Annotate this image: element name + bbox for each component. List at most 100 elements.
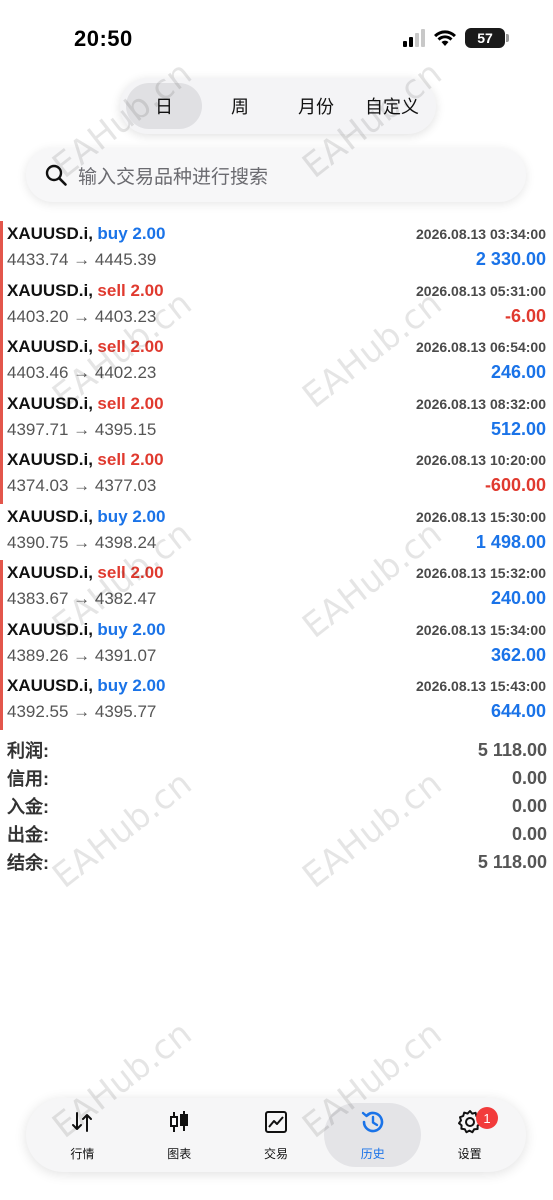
period-tab-1[interactable]: 周 [202,83,278,129]
trade-direction: buy 2.00 [97,676,166,695]
battery-icon: 57 [465,28,509,48]
trade-row[interactable]: XAUUSD.i, sell 2.00 2026.08.13 05:31:00 44… [0,277,553,334]
bottom-tab-bar: 行情 图表 交易 历史 设置 1 [26,1098,526,1172]
tab-label: 交易 [263,1147,288,1161]
trade-symbol: XAUUSD.i, [7,337,93,356]
trade-time: 2026.08.13 05:31:00 [416,282,546,299]
trade-direction: buy 2.00 [97,506,166,526]
trade-prices: 4389.26 → 4391.07 [7,645,157,665]
trade-symbol: XAUUSD.i, [7,393,93,413]
trade-row[interactable]: XAUUSD.i, sell 2.00 2026.08.13 06:54:00 44… [0,334,553,391]
trade-row[interactable]: XAUUSD.i, buy 2.00 2026.08.13 03:34:00 443… [0,221,553,278]
wifi-icon [434,30,456,46]
account-summary: 利润: 5 118.00 信用: 0.00 入金: 0.00 出金: 0.00 结余: 5 118… [7,736,547,876]
tab-history[interactable]: 历史 [324,1103,422,1167]
trade-prices: 4390.75 → 4398.24 [7,532,157,552]
summary-value: 5 118.00 [477,739,547,760]
trade-profit: 512.00 [490,418,546,439]
trade-symbol: XAUUSD.i, [7,280,93,300]
tab-label: 行情 [70,1147,95,1161]
trade-row[interactable]: XAUUSD.i, sell 2.00 2026.08.13 15:32:00 43… [0,560,553,617]
trade-prices: 4374.03 → 4377.03 [7,476,157,495]
trade-marker [0,673,3,730]
trade-time: 2026.08.13 15:43:00 [416,678,546,694]
summary-row: 利润: 5 118.00 [7,736,547,764]
trade-time: 2026.08.13 10:20:00 [416,452,546,468]
trade-row[interactable]: XAUUSD.i, buy 2.00 2026.08.13 15:43:00 439… [0,673,553,730]
trade-time: 2026.08.13 03:34:00 [416,226,546,242]
trade-symbol: XAUUSD.i, [7,506,93,526]
period-tab-0[interactable]: 日 [126,83,202,129]
trade-symbol: XAUUSD.i, [7,619,93,639]
tab-chart[interactable]: 图表 [131,1103,228,1167]
period-tab-3[interactable]: 自定义 [354,83,430,129]
tab-label: 设置 [457,1147,482,1161]
period-tab-2[interactable]: 月份 [278,83,354,129]
tab-label: 图表 [167,1147,192,1161]
tab-label: 历史 [360,1147,385,1161]
trade-time: 2026.08.13 15:34:00 [416,621,546,638]
summary-label: 入金: [7,797,49,817]
trade-prices: 4433.74 → 4445.39 [7,250,157,269]
trade-direction: sell 2.00 [97,450,164,469]
trade-prices: 4403.46 → 4402.23 [7,363,157,382]
trade-row[interactable]: XAUUSD.i, buy 2.00 2026.08.13 15:34:00 438… [0,616,553,673]
summary-value: 5 118.00 [477,851,547,872]
trade-row[interactable]: XAUUSD.i, sell 2.00 2026.08.13 08:32:00 43… [0,390,553,447]
trade-time: 2026.08.13 15:32:00 [416,565,546,581]
period-selector: 日周月份 自定义 [120,78,436,134]
trade-marker [0,277,3,334]
summary-value: 0.00 [511,823,547,844]
tab-settings[interactable]: 设置 1 [421,1103,518,1167]
tab-quotes[interactable]: 行情 [34,1103,131,1167]
trade-profit: 362.00 [490,644,546,665]
tab-trade[interactable]: 交易 [228,1103,325,1167]
trade-marker [0,616,3,673]
trade-icon [262,1108,290,1141]
trade-symbol: XAUUSD.i, [7,224,93,243]
trade-profit: 1 498.00 [475,531,546,552]
summary-row: 信用: 0.00 [7,764,547,792]
summary-label: 利润: [7,741,49,761]
trade-history-list: XAUUSD.i, buy 2.00 2026.08.13 03:34:00 443… [0,221,553,730]
trade-direction: sell 2.00 [97,280,164,300]
status-time: 20:50 [74,26,133,51]
summary-value: 0.00 [511,795,547,816]
cellular-signal-icon [403,29,425,47]
trade-direction: sell 2.00 [97,563,164,582]
status-icons: 57 [403,28,509,48]
quotes-icon [68,1108,96,1141]
trade-marker [0,334,3,391]
trade-profit: -600.00 [484,475,546,495]
trade-prices: 4397.71 → 4395.15 [7,419,157,439]
trade-time: 2026.08.13 15:30:00 [416,508,546,525]
chart-icon [165,1108,193,1141]
trade-time: 2026.08.13 06:54:00 [416,339,546,355]
trade-row[interactable]: XAUUSD.i, buy 2.00 2026.08.13 15:30:00 439… [0,504,553,561]
summary-value: 0.00 [511,767,547,788]
trade-direction: buy 2.00 [97,224,166,243]
trade-profit: 240.00 [490,588,546,608]
trade-time: 2026.08.13 08:32:00 [416,395,546,412]
trade-profit: 644.00 [490,701,546,721]
trade-prices: 4383.67 → 4382.47 [7,589,157,608]
trade-row[interactable]: XAUUSD.i, sell 2.00 2026.08.13 10:20:00 43… [0,447,553,504]
trade-profit: -6.00 [504,305,546,326]
notification-badge: 1 [475,1107,498,1129]
trade-marker [0,560,3,617]
trade-direction: sell 2.00 [97,393,164,413]
trade-profit: 246.00 [490,362,546,382]
summary-row: 结余: 5 118.00 [7,848,547,876]
trade-marker [0,221,3,278]
summary-label: 出金: [7,825,49,845]
trade-marker [0,447,3,504]
summary-label: 信用: [7,769,49,789]
trade-prices: 4403.20 → 4403.23 [7,306,157,326]
status-bar: 20:50 57 [0,0,553,80]
trade-marker [0,390,3,447]
trade-profit: 2 330.00 [475,249,546,269]
trade-prices: 4392.55 → 4395.77 [7,702,157,721]
trade-direction: buy 2.00 [97,619,166,639]
search-bar[interactable]: 输入交易品种进行搜索 [26,148,526,202]
trade-symbol: XAUUSD.i, [7,450,93,469]
